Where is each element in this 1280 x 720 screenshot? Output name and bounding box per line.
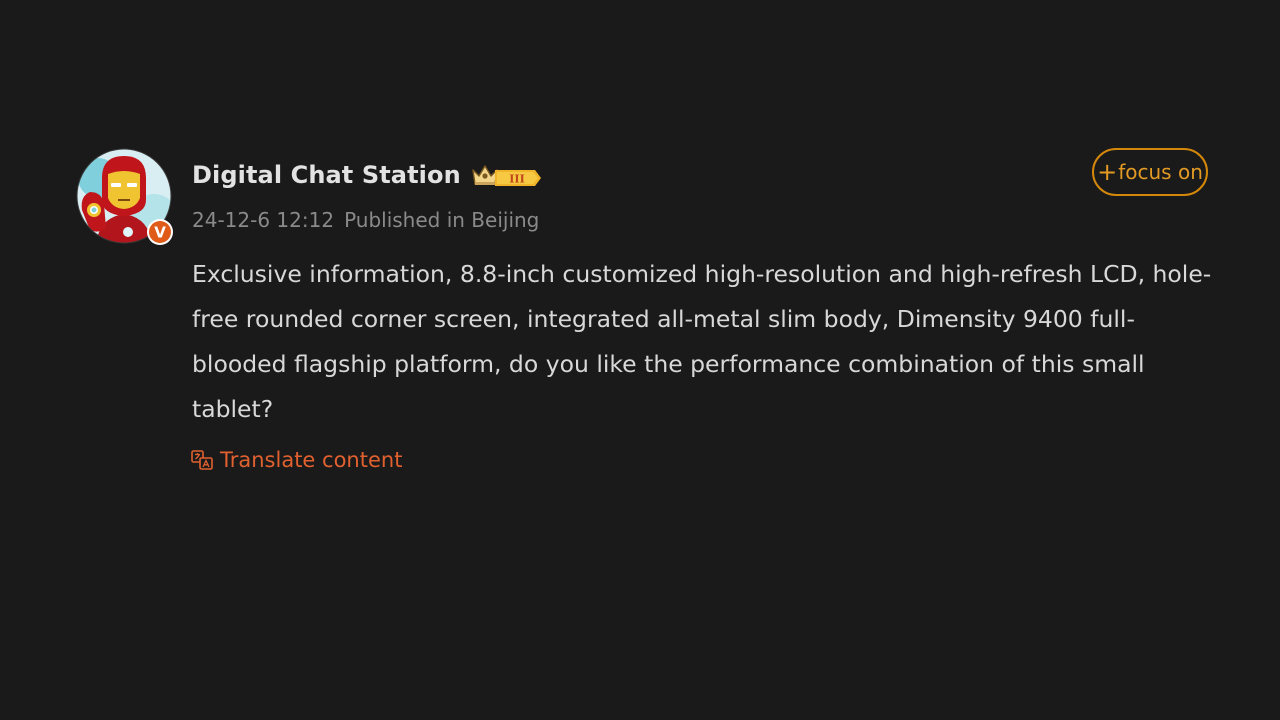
level-badge: III (509, 173, 524, 186)
post-meta: 24-12-6 12:12 Published in Beijing (192, 208, 539, 232)
crown-icon: III (472, 165, 541, 186)
iron-man-avatar-icon: V (76, 148, 173, 245)
follow-button-label: focus on (1118, 160, 1203, 184)
weibo-post: V Digital Chat Station III 24-12-6 12:12… (0, 0, 1280, 720)
verified-badge: V (154, 224, 166, 242)
translate-button[interactable]: Translate content (190, 448, 402, 472)
author-header: Digital Chat Station III (192, 156, 543, 194)
post-date: 24-12-6 12:12 (192, 208, 335, 232)
avatar[interactable]: V (76, 148, 174, 246)
follow-button[interactable]: + focus on (1092, 148, 1208, 196)
plus-icon: + (1097, 158, 1118, 186)
post-location: Published in Beijing (344, 208, 540, 232)
author-badges: III (471, 160, 543, 190)
author-name[interactable]: Digital Chat Station (192, 161, 461, 189)
translate-label: Translate content (220, 448, 403, 472)
post-text: Exclusive information, 8.8-inch customiz… (192, 260, 1212, 423)
translate-icon (190, 448, 214, 472)
